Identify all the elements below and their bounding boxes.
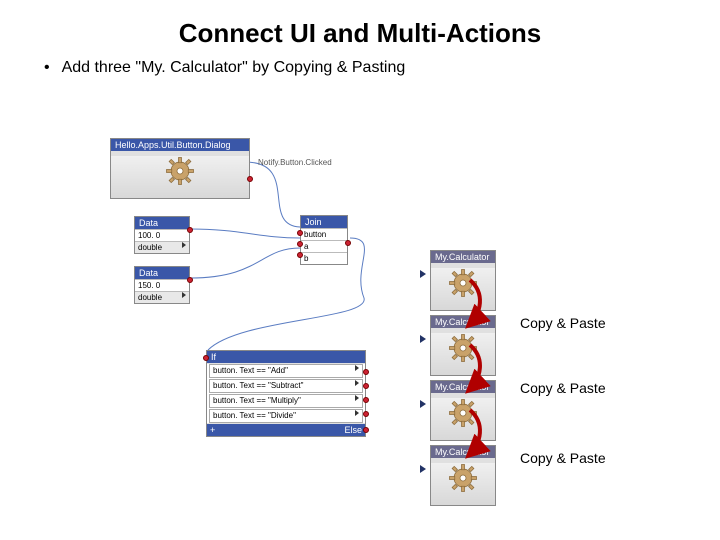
if-plus[interactable]: +	[210, 424, 215, 436]
if-row-subtract: button. Text == "Subtract"	[209, 379, 363, 393]
node-calc-header: My.Calculator	[431, 381, 495, 393]
node-calc-header: My.Calculator	[431, 251, 495, 263]
copy-paste-label-2: Copy & Paste	[520, 380, 606, 396]
node-data-1-header: Data	[135, 217, 189, 229]
node-calculator-4[interactable]: My.Calculator	[430, 445, 496, 506]
output-port[interactable]	[363, 397, 369, 403]
gear-icon	[448, 333, 478, 363]
bullet-line: • Add three "My. Calculator" by Copying …	[0, 59, 720, 77]
data-2-type[interactable]: double	[135, 291, 189, 303]
node-calculator-1[interactable]: My.Calculator	[430, 250, 496, 311]
input-port-tri[interactable]	[420, 400, 426, 408]
node-join-header: Join	[301, 216, 347, 228]
node-if-header: If	[207, 351, 365, 363]
if-row-add: button. Text == "Add"	[209, 364, 363, 378]
input-port[interactable]	[203, 355, 209, 361]
join-row-button: button	[301, 228, 347, 240]
input-port[interactable]	[297, 252, 303, 258]
bullet-dot: •	[44, 59, 58, 77]
gear-icon	[448, 463, 478, 493]
join-row-b: b	[301, 252, 347, 264]
bullet-text: Add three "My. Calculator" by Copying & …	[62, 59, 406, 76]
node-data-2[interactable]: Data 150. 0 double	[134, 266, 190, 304]
chevron-down-icon	[182, 242, 186, 248]
chevron-right-icon	[355, 395, 359, 401]
node-calc-header: My.Calculator	[431, 446, 495, 458]
data-1-type[interactable]: double	[135, 241, 189, 253]
node-calculator-2[interactable]: My.Calculator	[430, 315, 496, 376]
notify-label: Notify.Button.Clicked	[258, 158, 332, 167]
input-port[interactable]	[297, 241, 303, 247]
if-footer: + Else	[207, 424, 365, 436]
gear-icon	[448, 398, 478, 428]
gear-icon	[165, 156, 195, 186]
wires-layer	[0, 120, 720, 520]
chevron-down-icon	[182, 292, 186, 298]
chevron-right-icon	[355, 410, 359, 416]
if-row-multiply: button. Text == "Multiply"	[209, 394, 363, 408]
node-join[interactable]: Join button a b	[300, 215, 348, 265]
if-row-divide: button. Text == "Divide"	[209, 409, 363, 423]
output-port[interactable]	[187, 277, 193, 283]
data-1-value: 100. 0	[135, 229, 189, 241]
chevron-right-icon	[355, 380, 359, 386]
node-dialog[interactable]: Hello.Apps.Util.Button.Dialog	[110, 138, 250, 199]
data-2-value: 150. 0	[135, 279, 189, 291]
input-port-tri[interactable]	[420, 335, 426, 343]
diagram-canvas: Hello.Apps.Util.Button.Dialog Notify.But…	[0, 120, 720, 520]
copy-paste-label-1: Copy & Paste	[520, 315, 606, 331]
page-title: Connect UI and Multi-Actions	[0, 0, 720, 59]
input-port-tri[interactable]	[420, 270, 426, 278]
node-data-2-header: Data	[135, 267, 189, 279]
gear-icon	[448, 268, 478, 298]
input-port-tri[interactable]	[420, 465, 426, 473]
node-calc-header: My.Calculator	[431, 316, 495, 328]
output-port[interactable]	[363, 369, 369, 375]
node-dialog-header: Hello.Apps.Util.Button.Dialog	[111, 139, 249, 151]
output-port[interactable]	[363, 383, 369, 389]
output-port[interactable]	[187, 227, 193, 233]
copy-paste-label-3: Copy & Paste	[520, 450, 606, 466]
output-port[interactable]	[247, 176, 253, 182]
node-if[interactable]: If button. Text == "Add" button. Text ==…	[206, 350, 366, 437]
input-port[interactable]	[297, 230, 303, 236]
node-calculator-3[interactable]: My.Calculator	[430, 380, 496, 441]
if-else: Else	[344, 424, 362, 436]
output-port[interactable]	[363, 411, 369, 417]
node-data-1[interactable]: Data 100. 0 double	[134, 216, 190, 254]
output-port[interactable]	[363, 427, 369, 433]
output-port[interactable]	[345, 240, 351, 246]
chevron-right-icon	[355, 365, 359, 371]
join-row-a: a	[301, 240, 347, 252]
